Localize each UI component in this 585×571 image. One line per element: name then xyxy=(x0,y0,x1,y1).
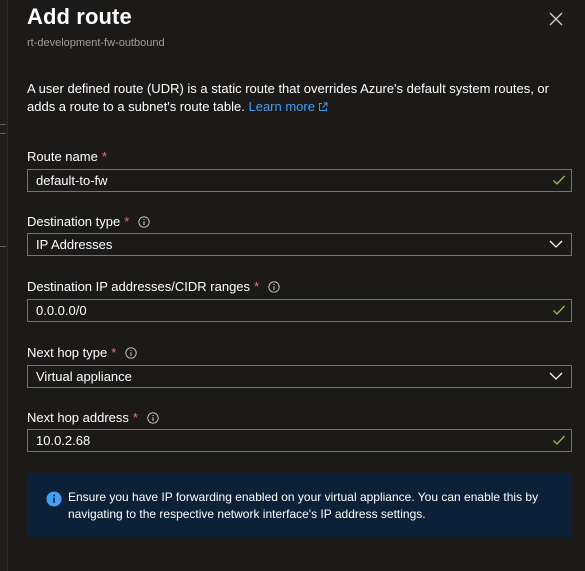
chevron-down-icon xyxy=(549,372,563,380)
destination-type-label-text: Destination type xyxy=(27,214,121,229)
destination-type-value: IP Addresses xyxy=(36,237,113,252)
next-hop-type-dropdown[interactable]: Virtual appliance xyxy=(27,365,572,388)
next-hop-address-label: Next hop address * xyxy=(27,410,159,425)
route-name-label-text: Route name xyxy=(27,149,98,164)
checkmark-icon xyxy=(553,175,565,185)
required-asterisk: * xyxy=(101,149,107,164)
background-blade-edge xyxy=(0,0,8,571)
learn-more-label: Learn more xyxy=(248,99,315,114)
next-hop-address-input[interactable]: 10.0.2.68 xyxy=(27,429,572,452)
learn-more-link[interactable]: Learn more xyxy=(248,99,328,114)
required-asterisk: * xyxy=(254,279,260,294)
required-asterisk: * xyxy=(111,345,117,360)
destination-ip-label-text: Destination IP addresses/CIDR ranges xyxy=(27,279,251,294)
route-description: A user defined route (UDR) is a static r… xyxy=(27,80,557,116)
next-hop-type-label: Next hop type * xyxy=(27,345,137,360)
destination-ip-label: Destination IP addresses/CIDR ranges * xyxy=(27,279,280,294)
info-icon xyxy=(46,491,62,507)
route-name-input[interactable]: default-to-fw xyxy=(27,169,572,192)
external-link-icon xyxy=(319,102,328,111)
route-name-value: default-to-fw xyxy=(36,173,108,188)
background-divider xyxy=(0,133,6,134)
info-icon[interactable] xyxy=(268,280,280,293)
background-divider xyxy=(0,124,6,125)
next-hop-address-value: 10.0.2.68 xyxy=(36,433,91,448)
chevron-down-icon xyxy=(549,240,563,248)
add-route-panel: Add route rt-development-fw-outbound A u… xyxy=(0,0,585,571)
background-divider xyxy=(0,246,6,247)
destination-type-label: Destination type * xyxy=(27,214,150,229)
info-icon[interactable] xyxy=(147,411,159,424)
checkmark-icon xyxy=(553,305,565,315)
page-title: Add route xyxy=(27,4,132,29)
destination-ip-value: 0.0.0.0/0 xyxy=(36,303,87,318)
destination-type-dropdown[interactable]: IP Addresses xyxy=(27,233,572,256)
page-subtitle: rt-development-fw-outbound xyxy=(27,37,165,49)
close-icon xyxy=(549,12,563,26)
route-name-label: Route name * xyxy=(27,149,107,164)
required-asterisk: * xyxy=(132,410,138,425)
destination-ip-input[interactable]: 0.0.0.0/0 xyxy=(27,299,572,322)
required-asterisk: * xyxy=(124,214,130,229)
checkmark-icon xyxy=(553,435,565,445)
next-hop-address-label-text: Next hop address xyxy=(27,410,129,425)
info-icon[interactable] xyxy=(138,215,150,228)
notice-text: Ensure you have IP forwarding enabled on… xyxy=(68,490,539,521)
info-icon[interactable] xyxy=(125,346,137,359)
next-hop-type-value: Virtual appliance xyxy=(36,369,132,384)
ip-forwarding-notice: Ensure you have IP forwarding enabled on… xyxy=(27,473,572,537)
close-button[interactable] xyxy=(545,8,567,30)
next-hop-type-label-text: Next hop type xyxy=(27,345,108,360)
